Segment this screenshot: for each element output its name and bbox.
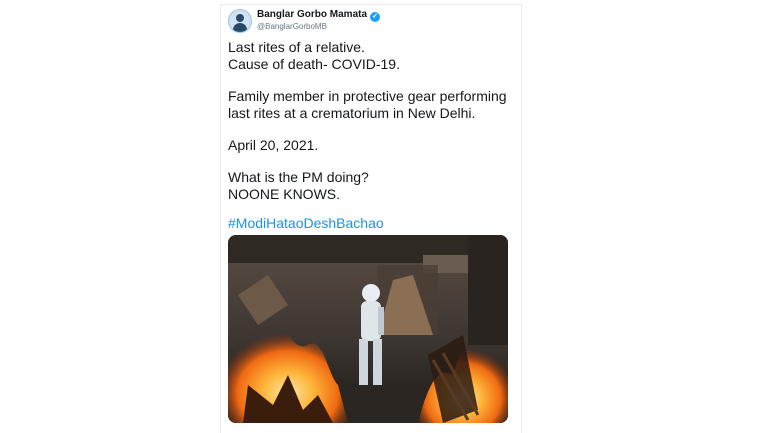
tweet-text-line-5: April 20, 2021. — [228, 137, 319, 153]
tweet-photo[interactable] — [228, 235, 508, 423]
display-name[interactable]: Banglar Gorbo Mamata ✓ — [257, 9, 381, 22]
display-name-text[interactable]: Banglar Gorbo Mamata — [257, 9, 367, 20]
tweet-text-line-1: Last rites of a relative. — [228, 39, 365, 55]
tweet-text-line-2: Cause of death- COVID-19. — [228, 56, 400, 72]
cremation-photo-image — [228, 235, 508, 423]
user-handle[interactable]: @BanglarGorboMB — [257, 22, 327, 31]
tweet-text-line-6: What is the PM doing? — [228, 169, 369, 185]
hashtag-link[interactable]: #ModiHataoDeshBachao — [228, 215, 384, 232]
tweet-text-line-4: last rites at a crematorium in New Delhi… — [228, 105, 476, 121]
profile-avatar-icon[interactable] — [228, 9, 252, 33]
verified-badge-icon: ✓ — [370, 12, 381, 22]
tweet-text-line-7: NOONE KNOWS. — [228, 186, 341, 202]
tweet-text-line-3: Family member in protective gear perform… — [228, 88, 507, 104]
